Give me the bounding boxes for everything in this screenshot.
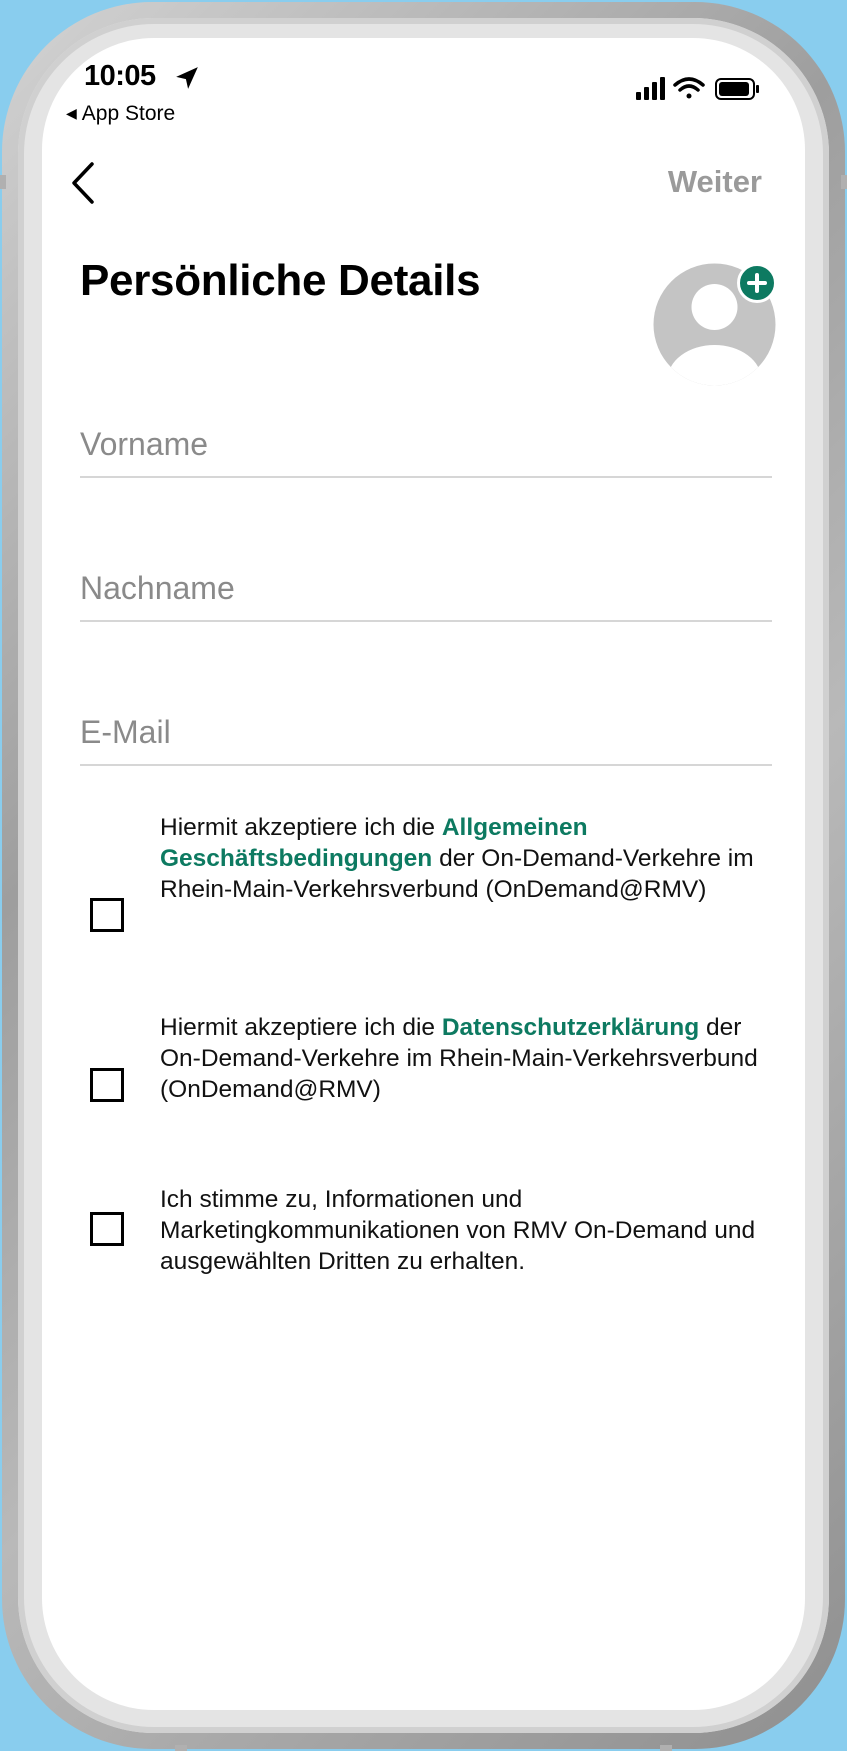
side-button-left xyxy=(0,175,6,189)
back-to-app-store[interactable]: ◀ App Store xyxy=(66,102,175,126)
bottom-notch-left xyxy=(175,1745,187,1751)
last-name-field xyxy=(80,560,772,622)
status-time: 10:05 xyxy=(84,60,156,92)
next-button[interactable]: Weiter xyxy=(602,164,762,200)
status-icons xyxy=(636,77,759,100)
wifi-icon xyxy=(673,77,705,99)
first-name-input[interactable] xyxy=(80,416,772,472)
privacy-checkbox[interactable] xyxy=(90,1068,124,1102)
last-name-input[interactable] xyxy=(80,560,772,616)
side-button-right xyxy=(841,175,847,189)
first-name-field xyxy=(80,416,772,478)
battery-icon xyxy=(715,78,759,100)
terms-checkbox[interactable] xyxy=(90,898,124,932)
marketing-consent-text: Ich stimme zu, Informationen und Marketi… xyxy=(160,1186,756,1275)
terms-text-before: Hiermit akzeptiere ich die xyxy=(160,814,442,841)
location-arrow-icon xyxy=(176,67,198,89)
marketing-checkbox[interactable] xyxy=(90,1212,124,1246)
privacy-consent-text: Hiermit akzeptiere ich die Datenschutzer… xyxy=(160,1012,760,1105)
add-photo-button[interactable] xyxy=(737,263,777,303)
bottom-notch-right xyxy=(660,1745,672,1751)
privacy-link[interactable]: Datenschutzerklärung xyxy=(442,1014,699,1041)
email-field xyxy=(80,704,772,766)
chevron-left-icon[interactable] xyxy=(64,158,104,208)
back-app-label: App Store xyxy=(81,102,176,125)
privacy-text-before: Hiermit akzeptiere ich die xyxy=(160,1014,442,1041)
app-screen: 10:05 ◀ App Store Weiter Persönliche Deta… xyxy=(42,38,805,1710)
cellular-signal-icon xyxy=(636,77,665,100)
back-triangle-icon: ◀ xyxy=(66,105,77,121)
terms-consent-text: Hiermit akzeptiere ich die Allgemeinen G… xyxy=(160,812,760,905)
email-input[interactable] xyxy=(80,704,772,760)
page-title: Persönliche Details xyxy=(80,256,481,305)
plus-icon xyxy=(747,273,767,293)
